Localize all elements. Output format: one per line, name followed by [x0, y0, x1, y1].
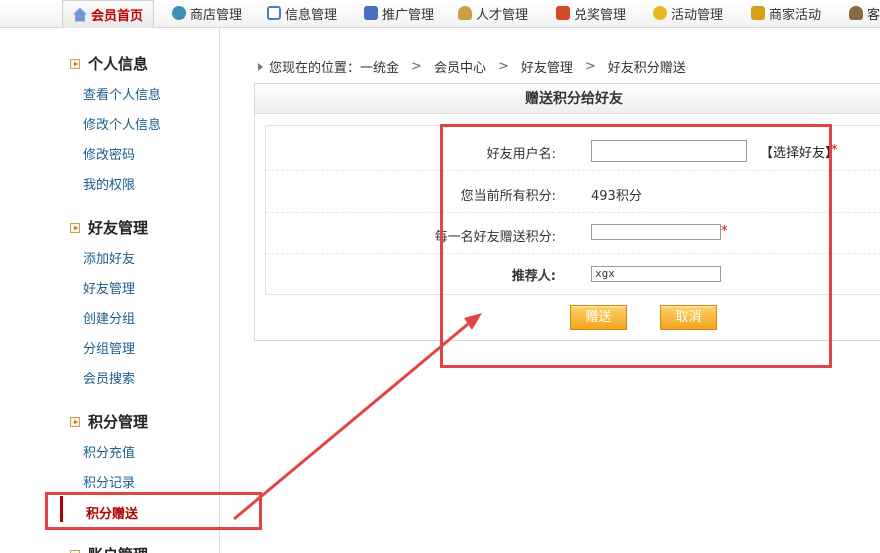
- annotation-arrow: [233, 313, 482, 521]
- annotation-arrow-head: [464, 313, 482, 330]
- annotation-arrow-line: [233, 322, 469, 521]
